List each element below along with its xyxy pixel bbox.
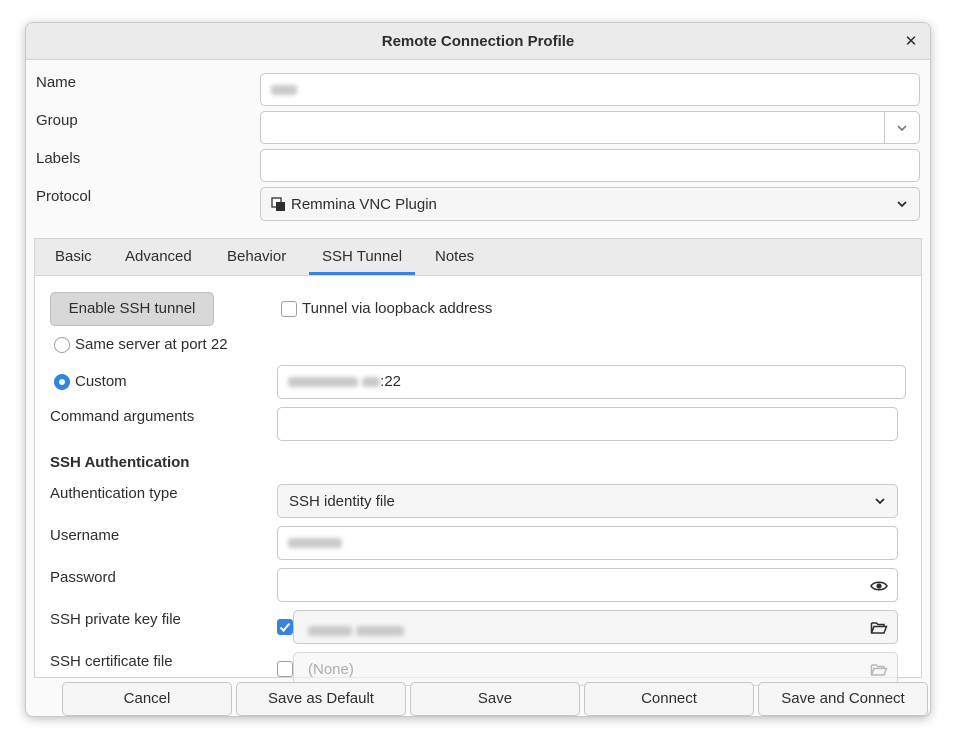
- password-input[interactable]: [277, 568, 898, 602]
- labels-label: Labels: [36, 150, 81, 167]
- private-key-label: SSH private key file: [50, 611, 181, 628]
- name-input[interactable]: [260, 73, 920, 106]
- custom-label: Custom: [75, 373, 127, 390]
- private-key-value: [308, 622, 405, 639]
- tab-basic[interactable]: Basic: [55, 248, 92, 265]
- settings-notebook: Basic Advanced Behavior SSH Tunnel Notes…: [34, 238, 922, 686]
- ssh-auth-section-title: SSH Authentication: [50, 454, 190, 471]
- username-label: Username: [50, 527, 120, 544]
- chevron-down-icon: [897, 201, 907, 208]
- custom-server-input[interactable]: :22: [277, 365, 906, 399]
- tab-advanced[interactable]: Advanced: [125, 248, 192, 265]
- same-server-label: Same server at port 22: [75, 336, 228, 353]
- auth-type-value: SSH identity file: [289, 493, 395, 510]
- tab-behavior[interactable]: Behavior: [227, 248, 286, 265]
- private-key-checkbox[interactable]: [277, 619, 293, 635]
- save-as-default-button[interactable]: Save as Default: [236, 682, 406, 716]
- dialog-title: Remote Connection Profile: [381, 33, 575, 50]
- loopback-label: Tunnel via loopback address: [302, 300, 493, 317]
- group-label: Group: [36, 112, 78, 129]
- name-label: Name: [36, 74, 77, 91]
- tab-notes[interactable]: Notes: [435, 248, 474, 265]
- command-args-input[interactable]: [277, 407, 898, 441]
- connect-button[interactable]: Connect: [584, 682, 754, 716]
- auth-type-label: Authentication type: [50, 485, 178, 502]
- group-dropdown-button[interactable]: [884, 112, 919, 143]
- custom-radio[interactable]: [54, 374, 70, 390]
- certificate-label: SSH certificate file: [50, 653, 173, 670]
- cancel-button[interactable]: Cancel: [62, 682, 232, 716]
- plugin-icon: [271, 197, 285, 211]
- username-value: [288, 534, 342, 551]
- group-combo[interactable]: [260, 111, 920, 144]
- labels-input[interactable]: [260, 149, 920, 182]
- connection-profile-dialog: Remote Connection Profile ✕ Name Group L…: [25, 22, 931, 717]
- save-button[interactable]: Save: [410, 682, 580, 716]
- protocol-label: Protocol: [36, 188, 92, 205]
- save-and-connect-button[interactable]: Save and Connect: [758, 682, 928, 716]
- same-server-radio[interactable]: [54, 337, 70, 353]
- title-bar: Remote Connection Profile ✕: [26, 23, 930, 60]
- folder-open-icon: [870, 622, 888, 634]
- tab-ssh-tunnel[interactable]: SSH Tunnel: [322, 248, 402, 265]
- certificate-checkbox[interactable]: [277, 661, 293, 677]
- certificate-file-chooser[interactable]: (None): [293, 652, 898, 686]
- username-input[interactable]: [277, 526, 898, 560]
- loopback-checkbox[interactable]: [281, 301, 297, 317]
- name-value: [271, 81, 297, 98]
- custom-server-value: :22: [288, 373, 401, 390]
- close-icon: ✕: [904, 33, 918, 50]
- chevron-down-icon: [897, 125, 907, 132]
- active-tab-indicator: [309, 272, 415, 275]
- close-button[interactable]: ✕: [900, 31, 922, 53]
- command-args-label: Command arguments: [50, 408, 195, 425]
- private-key-file-chooser[interactable]: [293, 610, 898, 644]
- folder-open-icon: [870, 664, 888, 676]
- password-label: Password: [50, 569, 116, 586]
- protocol-value: Remmina VNC Plugin: [291, 196, 437, 213]
- certificate-value: (None): [308, 661, 354, 678]
- auth-type-dropdown[interactable]: SSH identity file: [277, 484, 898, 518]
- tab-bar: Basic Advanced Behavior SSH Tunnel Notes: [35, 239, 921, 276]
- protocol-dropdown[interactable]: Remmina VNC Plugin: [260, 187, 920, 221]
- eye-icon[interactable]: [870, 577, 888, 595]
- checkmark-icon: [279, 622, 291, 632]
- enable-ssh-tunnel-button[interactable]: Enable SSH tunnel: [50, 292, 214, 326]
- chevron-down-icon: [875, 498, 885, 505]
